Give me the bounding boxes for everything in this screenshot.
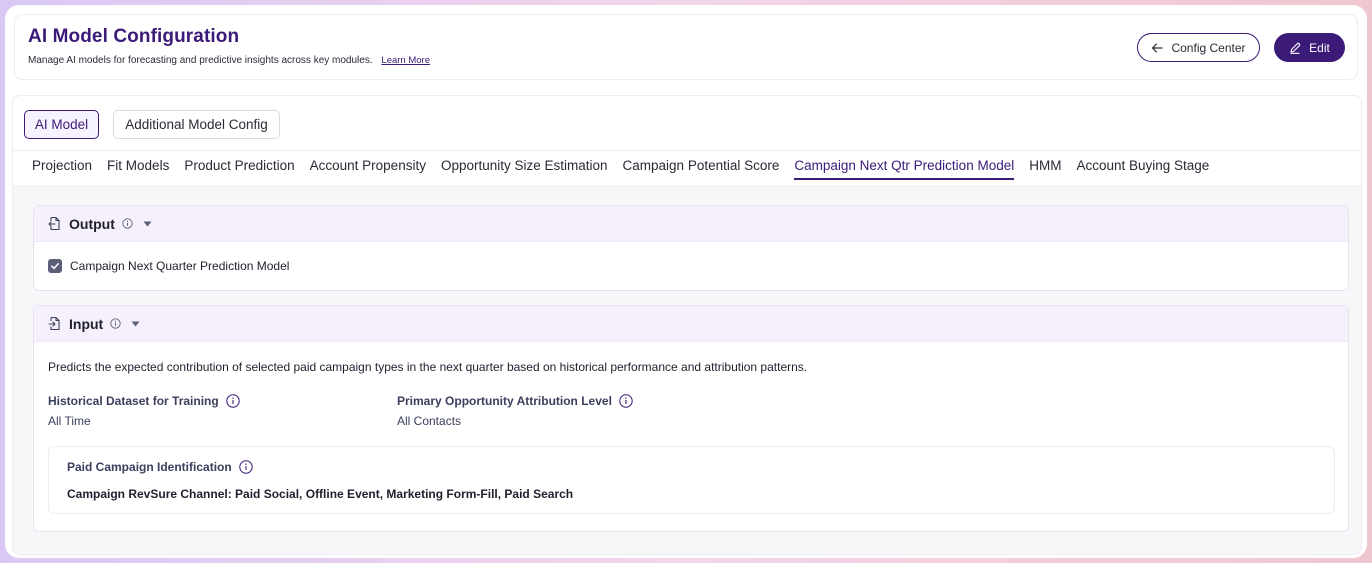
- info-icon[interactable]: [226, 394, 240, 408]
- info-icon[interactable]: [122, 218, 133, 229]
- config-center-label: Config Center: [1171, 40, 1246, 55]
- tab-account-buying-stage[interactable]: Account Buying Stage: [1076, 158, 1209, 180]
- model-selector-area: AI Model Additional Model Config Project…: [13, 96, 1361, 187]
- pill-ai-model[interactable]: AI Model: [24, 110, 99, 139]
- output-checkbox-row: Campaign Next Quarter Prediction Model: [48, 259, 289, 273]
- attribution-level-label: Primary Opportunity Attribution Level: [397, 394, 633, 408]
- file-import-icon: [48, 316, 62, 331]
- file-export-icon: [48, 216, 62, 231]
- output-checkbox[interactable]: [48, 259, 62, 273]
- paid-campaign-label: Paid Campaign Identification: [67, 460, 253, 474]
- edit-button[interactable]: Edit: [1274, 33, 1345, 62]
- subtitle-text: Manage AI models for forecasting and pre…: [28, 55, 373, 66]
- tab-opportunity-size-estimation[interactable]: Opportunity Size Estimation: [441, 158, 608, 180]
- tab-projection[interactable]: Projection: [32, 158, 92, 180]
- historical-dataset-value: All Time: [48, 414, 91, 428]
- info-icon[interactable]: [110, 318, 121, 329]
- arrow-left-icon: [1151, 42, 1164, 54]
- attribution-level-label-text: Primary Opportunity Attribution Level: [397, 394, 612, 408]
- attribution-level-value: All Contacts: [397, 414, 462, 428]
- caret-down-icon[interactable]: [131, 321, 140, 327]
- caret-down-icon[interactable]: [143, 221, 152, 227]
- tab-product-prediction[interactable]: Product Prediction: [184, 158, 294, 180]
- info-icon[interactable]: [619, 394, 633, 408]
- historical-dataset-label-text: Historical Dataset for Training: [48, 394, 219, 408]
- edit-label: Edit: [1309, 40, 1330, 55]
- main-panel: AI Model Additional Model Config Project…: [12, 95, 1362, 555]
- input-card: Input Predicts the expected contribution…: [33, 305, 1349, 532]
- paid-campaign-value: Campaign RevSure Channel: Paid Social, O…: [67, 487, 574, 501]
- tab-fit-models[interactable]: Fit Models: [107, 158, 169, 180]
- input-header[interactable]: Input: [34, 306, 1348, 342]
- historical-dataset-label: Historical Dataset for Training: [48, 394, 240, 408]
- output-card: Output Campaign Next Quarter Prediction …: [33, 205, 1349, 291]
- input-title: Input: [69, 315, 104, 332]
- info-icon[interactable]: [238, 460, 253, 474]
- learn-more-link[interactable]: Learn More: [381, 55, 430, 66]
- output-header[interactable]: Output: [34, 206, 1348, 242]
- page-subtitle: Manage AI models for forecasting and pre…: [28, 55, 430, 66]
- checkmark-icon: [51, 263, 59, 270]
- divider: [13, 186, 1361, 187]
- tab-account-propensity[interactable]: Account Propensity: [310, 158, 426, 180]
- output-checkbox-label: Campaign Next Quarter Prediction Model: [70, 259, 290, 273]
- page-title: AI Model Configuration: [28, 26, 240, 47]
- pencil-icon: [1289, 42, 1301, 54]
- tab-hmm[interactable]: HMM: [1029, 158, 1061, 180]
- paid-campaign-card: Paid Campaign Identification Campaign Re…: [48, 446, 1335, 514]
- tab-campaign-next-qtr-prediction-model[interactable]: Campaign Next Qtr Prediction Model: [794, 158, 1015, 180]
- paid-campaign-label-text: Paid Campaign Identification: [67, 460, 232, 474]
- model-tabs: Projection Fit Models Product Prediction…: [32, 158, 1209, 180]
- app-frame: AI Model Configuration Manage AI models …: [5, 5, 1367, 558]
- tab-campaign-potential-score[interactable]: Campaign Potential Score: [623, 158, 780, 180]
- input-description: Predicts the expected contribution of se…: [48, 360, 808, 374]
- page-header: AI Model Configuration Manage AI models …: [14, 14, 1358, 80]
- config-center-button[interactable]: Config Center: [1137, 33, 1260, 62]
- pill-additional-model-config[interactable]: Additional Model Config: [113, 110, 280, 139]
- divider: [13, 150, 1361, 151]
- output-title: Output: [69, 215, 115, 232]
